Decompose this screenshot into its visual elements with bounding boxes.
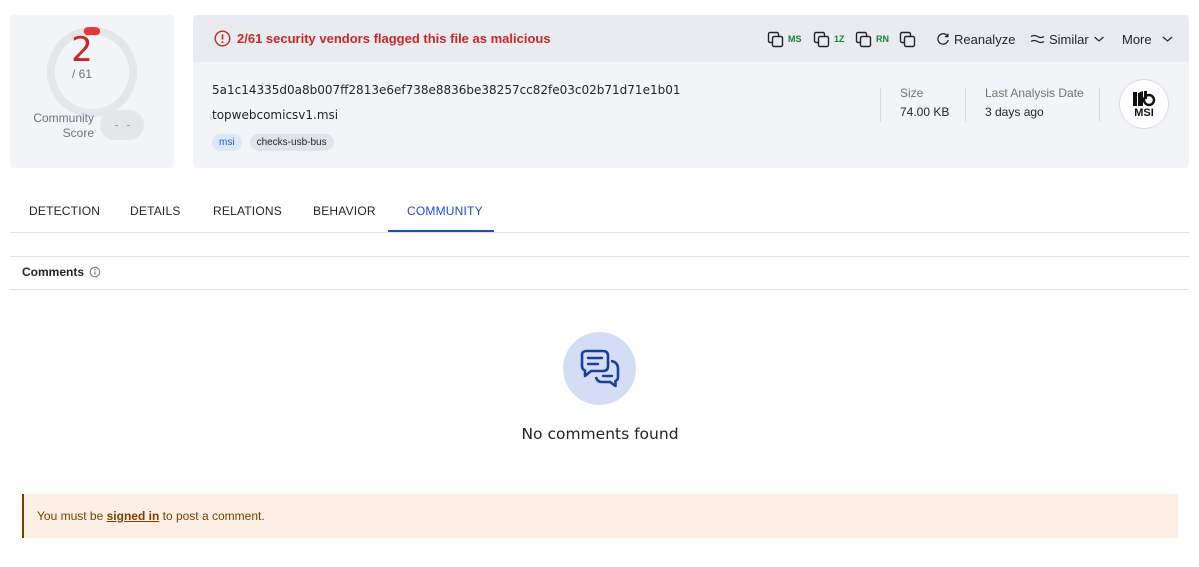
alert-bar: 2/61 security vendors flagged this file … bbox=[193, 15, 1189, 62]
last-analysis-label: Last Analysis Date bbox=[985, 86, 1084, 100]
reanalyze-button[interactable]: Reanalyze bbox=[936, 29, 1015, 49]
file-type-label: MSI bbox=[1134, 106, 1154, 119]
similar-dropdown[interactable]: Similar bbox=[1030, 29, 1105, 49]
tag-msi[interactable]: msi bbox=[212, 134, 242, 151]
file-info-panel: 5a1c14335d0a8b007ff2813e6ef738e8836be382… bbox=[193, 62, 1189, 168]
similar-label: Similar bbox=[1049, 31, 1089, 47]
copy-1z-badge: 1Z bbox=[834, 34, 845, 44]
active-tab-indicator bbox=[388, 230, 494, 232]
copy-hash-button[interactable] bbox=[899, 29, 916, 49]
copy-icon bbox=[899, 31, 916, 47]
sign-in-notice: You must be signed in to post a comment. bbox=[22, 494, 1178, 538]
notice-suffix: to post a comment. bbox=[159, 509, 265, 523]
copy-rn-badge: RN bbox=[876, 34, 889, 44]
community-score-label: Community Score bbox=[33, 111, 94, 140]
chat-bubbles-icon bbox=[580, 349, 619, 387]
divider bbox=[1099, 88, 1100, 122]
tab-detection[interactable]: DETECTION bbox=[29, 204, 100, 218]
copy-icon bbox=[813, 31, 830, 47]
copy-icon bbox=[767, 31, 784, 47]
info-icon[interactable] bbox=[89, 266, 101, 278]
tag-checks-usb-bus[interactable]: checks-usb-bus bbox=[249, 134, 334, 151]
chevron-down-icon bbox=[1093, 36, 1104, 42]
last-analysis-value: 3 days ago bbox=[985, 105, 1044, 119]
sign-in-link[interactable]: signed in bbox=[107, 509, 160, 523]
chevron-down-icon bbox=[1162, 36, 1173, 42]
copy-rn-button[interactable]: RN bbox=[855, 29, 889, 49]
copy-1z-button[interactable]: 1Z bbox=[813, 29, 845, 49]
size-label: Size bbox=[900, 86, 924, 100]
detection-count: 2 bbox=[71, 30, 93, 70]
engine-total: / 61 bbox=[71, 67, 92, 81]
empty-comments-illustration bbox=[563, 332, 636, 405]
community-score-vote[interactable] bbox=[100, 110, 144, 140]
size-value: 74.00 KB bbox=[900, 105, 950, 119]
alert-circle-icon bbox=[214, 30, 231, 47]
more-dropdown[interactable]: More bbox=[1122, 29, 1174, 49]
empty-comments-message: No comments found bbox=[521, 425, 679, 443]
reanalyze-label: Reanalyze bbox=[954, 31, 1016, 47]
divider bbox=[880, 88, 881, 122]
comments-heading: Comments bbox=[22, 265, 85, 279]
more-label: More bbox=[1122, 31, 1152, 47]
tab-community[interactable]: COMMUNITY bbox=[407, 204, 483, 218]
sign-in-notice-text: You must be signed in to post a comment. bbox=[37, 509, 265, 523]
notice-prefix: You must be bbox=[37, 509, 107, 523]
divider bbox=[965, 88, 966, 122]
file-tags: msi checks-usb-bus bbox=[212, 134, 334, 151]
msi-package-icon bbox=[1133, 90, 1156, 106]
tab-relations[interactable]: RELATIONS bbox=[213, 204, 282, 218]
similar-icon bbox=[1030, 34, 1045, 44]
alert-message: 2/61 security vendors flagged this file … bbox=[237, 31, 551, 46]
file-type-logo: MSI bbox=[1119, 79, 1169, 129]
tab-details[interactable]: DETAILS bbox=[130, 204, 181, 218]
tab-behavior[interactable]: BEHAVIOR bbox=[313, 204, 376, 218]
divider bbox=[10, 289, 1189, 290]
divider bbox=[10, 256, 1189, 257]
copy-ms-badge: MS bbox=[788, 34, 802, 44]
report-tabs: DETECTION DETAILS RELATIONS BEHAVIOR COM… bbox=[10, 189, 1189, 233]
refresh-icon bbox=[937, 33, 949, 45]
file-hash[interactable]: 5a1c14335d0a8b007ff2813e6ef738e8836be382… bbox=[212, 83, 680, 97]
file-name: topwebcomicsv1.msi bbox=[212, 108, 339, 122]
copy-ms-button[interactable]: MS bbox=[767, 29, 802, 49]
copy-icon bbox=[855, 31, 872, 47]
